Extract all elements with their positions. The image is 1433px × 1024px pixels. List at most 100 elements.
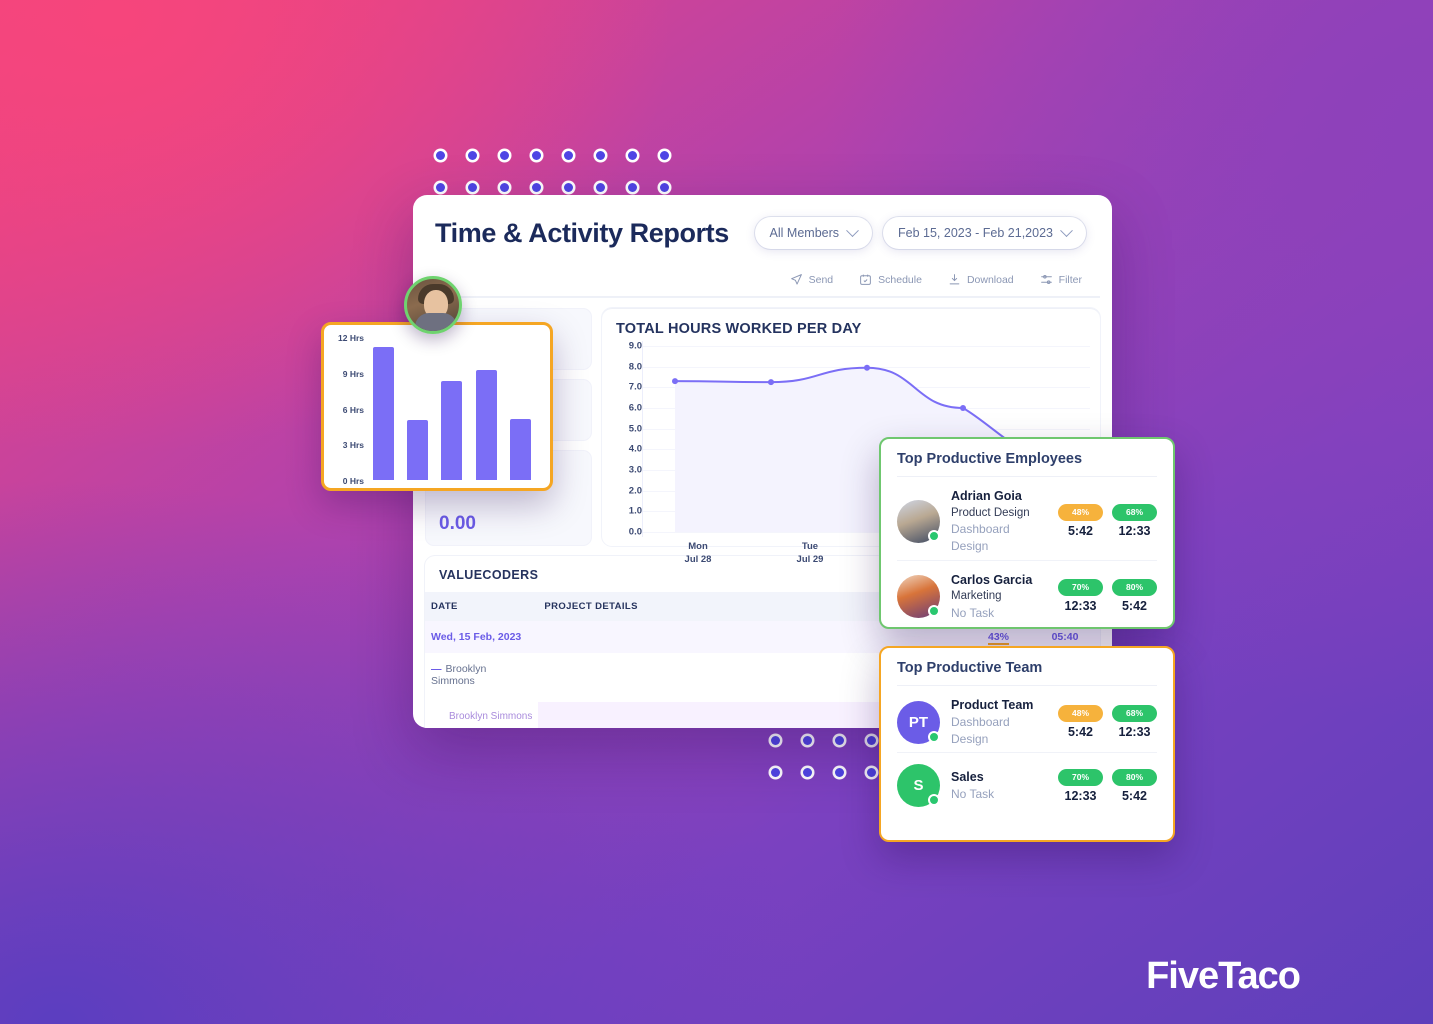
person-name: Adrian Goia xyxy=(951,488,1047,505)
time-value: 5:42 xyxy=(1058,524,1103,538)
decorative-dot xyxy=(500,151,509,160)
date-range-dropdown[interactable]: Feb 15, 2023 - Feb 21,2023 xyxy=(883,217,1086,249)
data-point[interactable] xyxy=(672,378,678,384)
schedule-label: Schedule xyxy=(878,274,922,286)
download-button[interactable]: Download xyxy=(948,273,1014,286)
bar[interactable] xyxy=(510,419,531,480)
stats-group: 70%12:3380%5:42 xyxy=(1058,579,1157,613)
chevron-down-icon xyxy=(846,224,859,237)
y-tick-label: 8.0 xyxy=(629,361,642,372)
employee-list: Adrian GoiaProduct DesignDashboard Desig… xyxy=(897,477,1157,621)
bar[interactable] xyxy=(441,381,462,480)
stat-block: 70%12:33 xyxy=(1058,769,1103,803)
list-item[interactable]: S SalesNo Task 70%12:33 80%5:42 xyxy=(897,752,1157,807)
data-point[interactable] xyxy=(960,405,966,411)
cell-task-owner: Brooklyn Simmons xyxy=(425,697,538,728)
person-role: Marketing xyxy=(951,588,1047,604)
time-value: 5:42 xyxy=(1058,725,1103,739)
y-tick-label: 3.0 xyxy=(629,465,642,476)
decorative-dot xyxy=(596,151,605,160)
members-filter-label: All Members xyxy=(770,226,839,240)
person-name: Carlos Garcia xyxy=(951,572,1047,589)
list-item[interactable]: Carlos GarciaMarketingNo Task70%12:3380%… xyxy=(897,560,1157,622)
schedule-button[interactable]: Schedule xyxy=(859,273,922,286)
stat-block: 48%5:42 xyxy=(1058,705,1103,739)
chevron-down-icon xyxy=(1060,224,1073,237)
list-item[interactable]: Adrian GoiaProduct DesignDashboard Desig… xyxy=(897,477,1157,555)
online-status-dot xyxy=(928,731,940,743)
brand-watermark: FiveTaco xyxy=(1146,955,1300,998)
filter-label: Filter xyxy=(1059,274,1082,286)
decorative-dot xyxy=(500,183,509,192)
bar-y-tick-label: 9 Hrs xyxy=(343,369,364,379)
y-tick-label: 7.0 xyxy=(629,382,642,393)
y-tick-label: 4.0 xyxy=(629,444,642,455)
person-name: Sales xyxy=(951,769,1047,786)
dot-grid-top xyxy=(436,151,669,192)
avatar-body xyxy=(415,313,457,331)
task-owner-label: Brooklyn Simmons xyxy=(425,697,538,728)
decorative-dot xyxy=(867,768,876,777)
bar[interactable] xyxy=(407,420,428,480)
top-productive-team-card: Top Productive Team PTProduct TeamDashbo… xyxy=(879,646,1175,842)
time-value: 5:42 xyxy=(1112,789,1157,803)
decorative-dot xyxy=(532,183,541,192)
decorative-dot xyxy=(564,183,573,192)
time-value: 12:33 xyxy=(1058,599,1103,613)
current-task: No Task xyxy=(951,786,1047,803)
y-tick-label: 6.0 xyxy=(629,403,642,414)
time-value: 12:33 xyxy=(1112,524,1157,538)
stat-block: 48% 5:42 xyxy=(1058,504,1103,538)
current-task: Dashboard Design xyxy=(951,521,1047,555)
avatar: S xyxy=(897,764,940,807)
stats-group: 48% 5:42 68% 12:33 xyxy=(1058,504,1157,538)
percent-badge: 48% xyxy=(1058,504,1103,521)
filter-button[interactable]: Filter xyxy=(1040,273,1082,286)
percent-badge: 68% xyxy=(1112,705,1157,722)
current-task: Dashboard Design xyxy=(951,714,1047,748)
avatar xyxy=(897,500,940,543)
data-point[interactable] xyxy=(768,379,774,385)
list-item-meta: Adrian GoiaProduct DesignDashboard Desig… xyxy=(951,488,1047,555)
data-point[interactable] xyxy=(864,365,870,371)
list-item-meta: SalesNo Task xyxy=(951,769,1047,803)
y-axis: 9.08.07.06.05.04.03.02.01.00.0 xyxy=(616,341,642,537)
decorative-dot xyxy=(803,736,812,745)
time-value: 12:33 xyxy=(1112,725,1157,739)
y-tick-label: 1.0 xyxy=(629,506,642,517)
calendar-icon xyxy=(859,273,872,286)
members-filter-dropdown[interactable]: All Members xyxy=(755,217,872,249)
percent-badge: 68% xyxy=(1112,504,1157,521)
bar-chart-y-axis: 12 Hrs9 Hrs6 Hrs3 Hrs0 Hrs xyxy=(332,335,366,480)
collapse-icon[interactable]: — xyxy=(431,663,442,675)
x-tick-label: MonJul 28 xyxy=(642,537,754,571)
decorative-dot xyxy=(436,151,445,160)
x-tick-label: TueJul 29 xyxy=(754,537,866,571)
stats-group: 70%12:33 80%5:42 xyxy=(1058,769,1157,803)
send-label: Send xyxy=(809,274,834,286)
bar[interactable] xyxy=(476,370,497,480)
dashboard-header: Time & Activity Reports All Members Feb … xyxy=(413,195,1112,263)
y-tick-label: 5.0 xyxy=(629,423,642,434)
decorative-dot xyxy=(660,151,669,160)
avatar: PT xyxy=(897,701,940,744)
stat-block: 80%5:42 xyxy=(1112,579,1157,613)
stat-value: 0.00 xyxy=(439,513,476,535)
decorative-dot xyxy=(564,151,573,160)
decorative-dot xyxy=(867,736,876,745)
bar-y-tick-label: 0 Hrs xyxy=(343,476,364,486)
person-role: Product Design xyxy=(951,505,1047,521)
send-button[interactable]: Send xyxy=(790,273,834,286)
list-item[interactable]: PTProduct TeamDashboard Design48%5:4268%… xyxy=(897,686,1157,747)
toolbar-wrap: Send Schedule Download Filter xyxy=(413,263,1112,298)
cell-date: Wed, 15 Feb, 2023 xyxy=(425,621,538,653)
current-task: No Task xyxy=(951,605,1047,622)
y-tick-label: 2.0 xyxy=(629,485,642,496)
bar[interactable] xyxy=(373,347,394,480)
stat-block: 80%5:42 xyxy=(1112,769,1157,803)
top-productive-employees-card: Top Productive Employees Adrian GoiaProd… xyxy=(879,437,1175,629)
team-list: PTProduct TeamDashboard Design48%5:4268%… xyxy=(897,686,1157,807)
decorative-dot xyxy=(835,736,844,745)
bar-chart-overlay: 12 Hrs9 Hrs6 Hrs3 Hrs0 Hrs xyxy=(321,322,553,491)
percent-badge: 70% xyxy=(1058,769,1103,786)
